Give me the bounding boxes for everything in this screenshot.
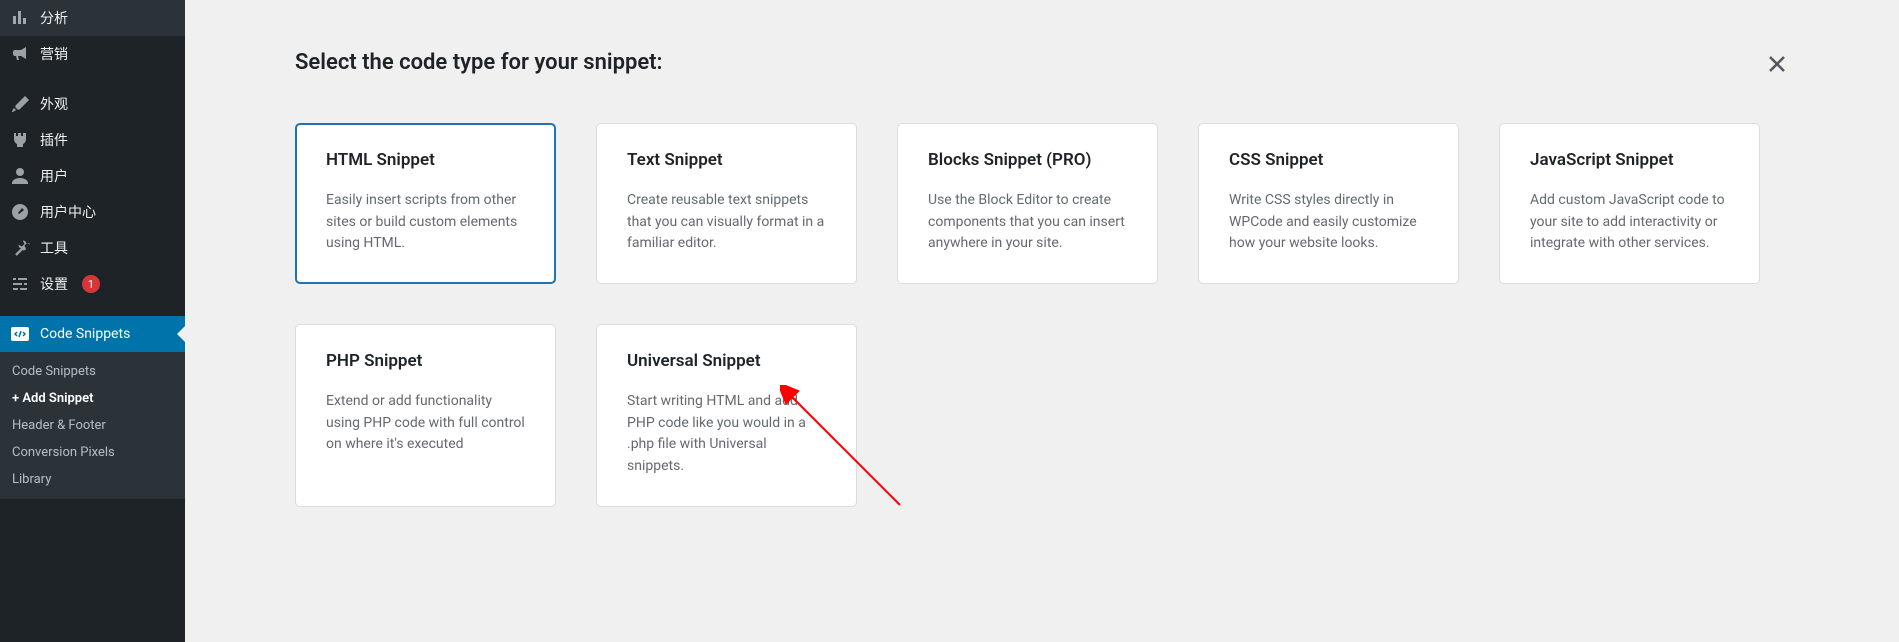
submenu-item-conversion-pixels[interactable]: Conversion Pixels xyxy=(0,439,185,466)
sidebar-item-label: 外观 xyxy=(40,94,68,114)
card-title: PHP Snippet xyxy=(326,351,525,371)
main-content: Select the code type for your snippet: H… xyxy=(185,0,1899,642)
settings-badge: 1 xyxy=(82,275,100,293)
submenu-item-library[interactable]: Library xyxy=(0,466,185,493)
card-title: Blocks Snippet (PRO) xyxy=(928,150,1127,170)
card-html-snippet[interactable]: HTML Snippet Easily insert scripts from … xyxy=(295,123,556,284)
sidebar-item-code-snippets[interactable]: Code Snippets xyxy=(0,316,185,352)
card-universal-snippet[interactable]: Universal Snippet Start writing HTML and… xyxy=(596,324,857,507)
card-desc: Add custom JavaScript code to your site … xyxy=(1530,190,1729,255)
card-desc: Create reusable text snippets that you c… xyxy=(627,190,826,255)
sidebar-item-marketing[interactable]: 营销 xyxy=(0,36,185,72)
card-php-snippet[interactable]: PHP Snippet Extend or add functionality … xyxy=(295,324,556,507)
gauge-icon xyxy=(10,202,30,222)
sidebar-item-plugins[interactable]: 插件 xyxy=(0,122,185,158)
card-desc: Start writing HTML and add PHP code like… xyxy=(627,391,826,478)
sidebar-item-label: 分析 xyxy=(40,8,68,28)
card-blocks-snippet[interactable]: Blocks Snippet (PRO) Use the Block Edito… xyxy=(897,123,1158,284)
submenu-item-code-snippets[interactable]: Code Snippets xyxy=(0,358,185,385)
submenu-item-header-footer[interactable]: Header & Footer xyxy=(0,412,185,439)
sidebar-item-users[interactable]: 用户 xyxy=(0,158,185,194)
sidebar-item-settings[interactable]: 设置 1 xyxy=(0,266,185,302)
code-icon xyxy=(10,324,30,344)
card-title: HTML Snippet xyxy=(326,150,525,170)
snippet-type-grid: HTML Snippet Easily insert scripts from … xyxy=(295,123,1789,507)
sliders-icon xyxy=(10,274,30,294)
card-title: Text Snippet xyxy=(627,150,826,170)
card-text-snippet[interactable]: Text Snippet Create reusable text snippe… xyxy=(596,123,857,284)
sidebar-item-user-center[interactable]: 用户中心 xyxy=(0,194,185,230)
card-title: JavaScript Snippet xyxy=(1530,150,1729,170)
card-javascript-snippet[interactable]: JavaScript Snippet Add custom JavaScript… xyxy=(1499,123,1760,284)
sidebar-item-tools[interactable]: 工具 xyxy=(0,230,185,266)
chart-icon xyxy=(10,8,30,28)
sidebar-item-appearance[interactable]: 外观 xyxy=(0,86,185,122)
card-desc: Use the Block Editor to create component… xyxy=(928,190,1127,255)
card-css-snippet[interactable]: CSS Snippet Write CSS styles directly in… xyxy=(1198,123,1459,284)
sidebar-item-label: 营销 xyxy=(40,44,68,64)
sidebar-item-label: 插件 xyxy=(40,130,68,150)
card-desc: Easily insert scripts from other sites o… xyxy=(326,190,525,255)
page-title: Select the code type for your snippet: xyxy=(295,50,1789,75)
sidebar-item-label: 用户 xyxy=(40,166,68,186)
plugin-icon xyxy=(10,130,30,150)
card-desc: Extend or add functionality using PHP co… xyxy=(326,391,525,456)
user-icon xyxy=(10,166,30,186)
sidebar-submenu: Code Snippets + Add Snippet Header & Foo… xyxy=(0,352,185,499)
sidebar-item-label: 用户中心 xyxy=(40,202,96,222)
submenu-item-add-snippet[interactable]: + Add Snippet xyxy=(0,385,185,412)
close-icon xyxy=(1765,52,1789,76)
wrench-icon xyxy=(10,238,30,258)
sidebar-item-analytics[interactable]: 分析 xyxy=(0,0,185,36)
admin-sidebar: 分析 营销 外观 插件 用户 用户中心 工具 xyxy=(0,0,185,642)
megaphone-icon xyxy=(10,44,30,64)
card-title: Universal Snippet xyxy=(627,351,826,371)
sidebar-item-label: 工具 xyxy=(40,238,68,258)
sidebar-item-label: 设置 xyxy=(40,274,68,294)
card-desc: Write CSS styles directly in WPCode and … xyxy=(1229,190,1428,255)
brush-icon xyxy=(10,94,30,114)
close-button[interactable] xyxy=(1765,52,1789,80)
sidebar-item-label: Code Snippets xyxy=(40,326,130,342)
card-title: CSS Snippet xyxy=(1229,150,1428,170)
